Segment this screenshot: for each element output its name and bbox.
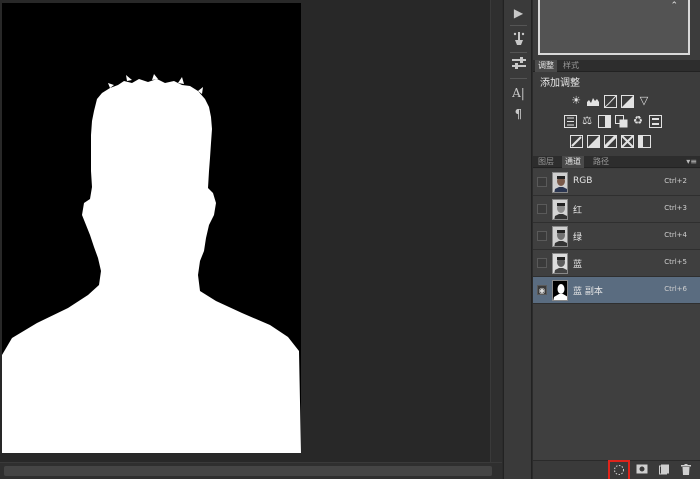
brush-presets-icon[interactable] xyxy=(508,31,529,49)
channel-shortcut: Ctrl+3 xyxy=(664,204,687,212)
channel-mixer-icon[interactable] xyxy=(648,114,662,128)
channel-thumbnail xyxy=(552,199,568,220)
add-adjustment-title: 添加调整 xyxy=(540,78,580,89)
photo-filter-icon[interactable]: ♻ xyxy=(631,114,645,128)
visibility-toggle[interactable] xyxy=(537,177,547,187)
channel-row-rgb[interactable]: RGB Ctrl+2 xyxy=(533,169,700,196)
navigator-preview[interactable]: ⌃ xyxy=(538,0,690,55)
channel-shortcut: Ctrl+5 xyxy=(664,258,687,266)
channel-thumbnail xyxy=(552,253,568,274)
gradient-map-triangle-icon[interactable]: ▽ xyxy=(637,94,651,108)
visibility-toggle[interactable] xyxy=(537,204,547,214)
threshold-icon[interactable] xyxy=(603,134,617,148)
channel-shortcut: Ctrl+6 xyxy=(664,285,687,293)
channel-row-red[interactable]: 红 Ctrl+3 xyxy=(533,196,700,223)
selective-color-icon[interactable] xyxy=(620,134,634,148)
curves-icon[interactable] xyxy=(603,94,617,108)
document-canvas[interactable] xyxy=(2,3,301,453)
tab-layers[interactable]: 图层 xyxy=(535,156,557,168)
vertical-scrollbar[interactable] xyxy=(490,0,502,462)
canvas-area[interactable] xyxy=(0,0,490,462)
channel-row-green[interactable]: 绿 Ctrl+4 xyxy=(533,223,700,250)
channel-name: RGB xyxy=(573,176,593,186)
tab-styles[interactable]: 样式 xyxy=(560,60,582,72)
save-selection-mask-icon[interactable] xyxy=(635,464,649,477)
divider xyxy=(510,78,527,79)
exposure-icon[interactable] xyxy=(620,94,634,108)
new-channel-icon[interactable] xyxy=(657,464,671,477)
load-selection-icon[interactable] xyxy=(608,460,630,479)
channel-name: 蓝 xyxy=(573,260,583,270)
hue-saturation-icon[interactable]: ⚖ xyxy=(580,114,594,128)
channels-tabbar: 图层 通道 路径 ▾≡ xyxy=(533,156,700,168)
adjustment-row-2: ⚖ ♻ xyxy=(563,114,662,128)
brightness-contrast-icon[interactable]: ☀ xyxy=(569,94,583,108)
divider xyxy=(510,52,527,53)
black-white-icon[interactable] xyxy=(614,114,628,128)
adjustments-tabbar: 调整 样式 xyxy=(533,60,700,72)
horizontal-scrollbar-thumb[interactable] xyxy=(4,466,492,476)
adjustment-row-1: ☀ ▽ xyxy=(569,94,651,108)
tool-presets-icon[interactable] xyxy=(508,56,529,74)
horizontal-scrollbar[interactable] xyxy=(0,462,502,479)
invert-icon[interactable] xyxy=(569,134,583,148)
channel-shortcut: Ctrl+2 xyxy=(664,177,687,185)
visibility-toggle[interactable] xyxy=(537,231,547,241)
navigator-mark: ⌃ xyxy=(670,1,678,11)
character-icon[interactable]: A| xyxy=(508,84,529,102)
posterize-icon[interactable] xyxy=(586,134,600,148)
channel-name: 红 xyxy=(573,206,583,216)
channel-thumbnail xyxy=(552,172,568,193)
photoshop-window: ▶ A| ¶ ⌃ ▲ 调整 样式 添加调整 ☀ xyxy=(0,0,700,479)
gradient-fill-icon[interactable] xyxy=(637,134,651,148)
channel-name: 蓝 副本 xyxy=(573,287,603,297)
levels-icon[interactable] xyxy=(586,94,600,108)
adjustment-row-3 xyxy=(569,134,651,148)
panel-dock-strip: ▶ A| ¶ xyxy=(503,0,532,479)
channel-thumbnail xyxy=(552,226,568,247)
channel-thumbnail-mask xyxy=(552,280,568,301)
paragraph-icon[interactable]: ¶ xyxy=(508,105,529,123)
silhouette-mask-image xyxy=(2,3,301,453)
right-panel-dock: ⌃ ▲ 调整 样式 添加调整 ☀ ▽ ⚖ xyxy=(533,0,700,479)
channels-bottom-toolbar xyxy=(533,460,700,479)
tab-adjustments[interactable]: 调整 xyxy=(535,60,557,72)
color-balance-icon[interactable] xyxy=(597,114,611,128)
channel-row-blue[interactable]: 蓝 Ctrl+5 xyxy=(533,250,700,277)
visibility-toggle[interactable] xyxy=(537,258,547,268)
tab-paths[interactable]: 路径 xyxy=(590,156,612,168)
channel-row-blue-copy[interactable]: ◉ 蓝 副本 Ctrl+6 xyxy=(533,277,700,304)
delete-channel-icon[interactable] xyxy=(679,464,693,477)
eye-icon[interactable]: ◉ xyxy=(537,285,547,295)
vibrance-icon[interactable] xyxy=(563,114,577,128)
tab-channels[interactable]: 通道 xyxy=(562,156,584,168)
channel-shortcut: Ctrl+4 xyxy=(664,231,687,239)
divider xyxy=(510,25,527,26)
channels-list-empty-area xyxy=(533,304,700,460)
play-icon[interactable]: ▶ xyxy=(508,4,529,22)
panel-menu-icon[interactable]: ▾≡ xyxy=(686,156,697,168)
channel-name: 绿 xyxy=(573,233,583,243)
